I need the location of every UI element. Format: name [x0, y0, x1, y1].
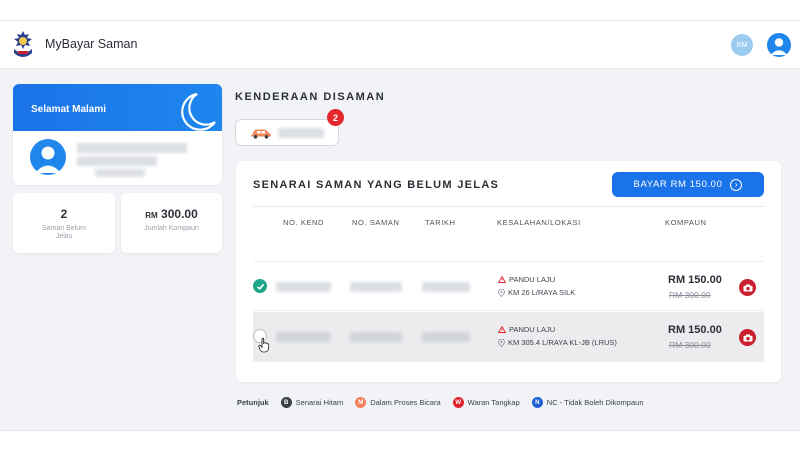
arrow-right-icon: ›: [730, 178, 743, 191]
user-avatar-icon[interactable]: [767, 33, 791, 57]
camera-icon[interactable]: [739, 279, 756, 296]
car-icon: [251, 129, 271, 139]
checked-checkbox-icon[interactable]: [253, 279, 267, 293]
legend-item-trial: M Dalam Proses Bicara: [355, 397, 441, 408]
location-pin-icon: [498, 338, 505, 347]
col-header-offense: KESALAHAN/LOKASI: [497, 218, 581, 227]
pay-button[interactable]: BAYAR RM 150.00 ›: [612, 172, 764, 197]
plate-cell-redacted: [276, 332, 331, 342]
legend-text: Dalam Proses Bicara: [370, 398, 441, 407]
legend-label: Petunjuk: [237, 398, 269, 407]
stat-label: Saman Belum Jelas: [42, 225, 86, 240]
stat-value: 2: [60, 207, 68, 221]
user-name-redacted: [77, 143, 187, 153]
table-row[interactable]: PANDU LAJU KM 305.4 L/RAYA KL-JB (LRUS) …: [253, 312, 764, 362]
vehicle-tab[interactable]: [235, 119, 339, 146]
offense-text: PANDU LAJU: [509, 325, 556, 334]
legend: Petunjuk B Senarai Hitam M Dalam Proses …: [237, 397, 650, 408]
location-text: KM 26 L/RAYA SILK: [508, 288, 576, 297]
offense-line: PANDU LAJU: [498, 325, 555, 334]
legend-item-warrant: W Waran Tangkap: [452, 397, 520, 408]
stat-pending-summons: 2 Saman Belum Jelas: [13, 193, 115, 253]
date-cell-redacted: [422, 332, 470, 342]
list-title: SENARAI SAMAN YANG BELUM JELAS: [253, 179, 500, 191]
summons-cell-redacted: [350, 332, 402, 342]
location-line: KM 26 L/RAYA SILK: [498, 288, 575, 297]
summons-cell-redacted: [350, 282, 402, 292]
summons-list-card: SENARAI SAMAN YANG BELUM JELAS BAYAR RM …: [236, 161, 781, 382]
blacklist-icon: B: [280, 397, 292, 408]
original-amount: RM 300.00: [669, 340, 711, 350]
location-text: KM 305.4 L/RAYA KL-JB (LRUS): [508, 338, 617, 347]
user-extra-redacted: [95, 169, 145, 177]
location-line: KM 305.4 L/RAYA KL-JB (LRUS): [498, 338, 617, 347]
vehicle-count-badge: 2: [327, 109, 344, 126]
col-header-plate: NO. KEND: [283, 218, 325, 227]
greeting-text: Selamat Malami: [31, 104, 107, 115]
app-window: MyBayar Saman RM Selamat Malami 2 Saman …: [0, 20, 800, 431]
divider: [253, 206, 764, 207]
plate-number-redacted: [278, 128, 324, 138]
moon-icon: [181, 92, 216, 131]
trial-icon: M: [355, 397, 367, 408]
police-crest-icon: [14, 31, 32, 57]
top-header: MyBayar Saman RM: [0, 21, 800, 69]
col-header-summons: NO. SAMAN: [352, 218, 400, 227]
compound-amount: RM 150.00: [668, 274, 722, 286]
plate-cell-redacted: [276, 282, 331, 292]
legend-item-non-compoundable: N NC - Tidak Boleh Dikompaun: [531, 397, 644, 408]
brand-title: MyBayar Saman: [45, 37, 138, 51]
compound-amount: RM 150.00: [668, 324, 722, 336]
greeting-card: Selamat Malami: [13, 84, 222, 185]
stat-total-compound: RM 300.00 Jumlah Kompaun: [121, 193, 222, 253]
legend-text: Waran Tangkap: [467, 398, 520, 407]
stat-value: RM 300.00: [145, 207, 198, 221]
location-pin-icon: [498, 288, 505, 297]
table-row[interactable]: PANDU LAJU KM 26 L/RAYA SILK RM 150.00 R…: [253, 261, 764, 311]
col-header-date: TARIKH: [425, 218, 456, 227]
date-cell-redacted: [422, 282, 470, 292]
user-initials-button[interactable]: RM: [731, 34, 753, 56]
col-header-compound: KOMPAUN: [665, 218, 707, 227]
user-id-redacted: [77, 156, 157, 166]
profile-avatar-icon: [30, 139, 66, 175]
legend-text: Senarai Hitam: [295, 398, 344, 407]
hand-cursor-icon: [258, 337, 270, 353]
warning-icon: [498, 276, 506, 283]
camera-icon[interactable]: [739, 329, 756, 346]
legend-item-blacklist: B Senarai Hitam: [280, 397, 344, 408]
stat-label: Jumlah Kompaun: [144, 225, 199, 232]
offense-line: PANDU LAJU: [498, 275, 555, 284]
section-title: KENDERAAN DISAMAN: [235, 91, 386, 103]
original-amount: RM 300.00: [669, 290, 711, 300]
pay-button-label: BAYAR RM 150.00: [633, 179, 723, 190]
offense-text: PANDU LAJU: [509, 275, 556, 284]
warning-icon: [498, 326, 506, 333]
warrant-icon: W: [452, 397, 464, 408]
non-compoundable-icon: N: [531, 397, 543, 408]
legend-text: NC - Tidak Boleh Dikompaun: [546, 398, 644, 407]
